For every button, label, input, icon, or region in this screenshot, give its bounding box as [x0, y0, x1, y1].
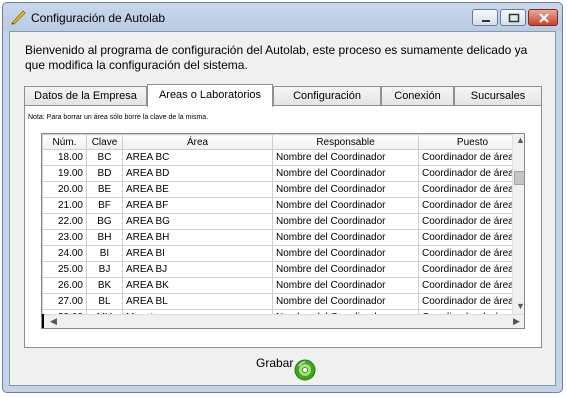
cell-clave[interactable]: BG [86, 213, 123, 230]
cell-clave[interactable]: BL [86, 293, 123, 310]
title-bar[interactable]: Configuración de Autolab [3, 3, 562, 31]
cell-puesto[interactable]: Coordinador de área [418, 181, 524, 198]
scroll-up-icon[interactable]: ▲ [516, 135, 524, 145]
delete-note: Nota: Para borrar un área sólo borre la … [28, 114, 209, 121]
table-row[interactable]: 18.00 BC AREA BC Nombre del Coordinador Coor… [42, 149, 524, 166]
table-row[interactable]: 26.00 BK AREA BK Nombre del Coordinador Coor… [42, 277, 524, 294]
table-row[interactable]: 21.00 BF AREA BF Nombre del Coordinador Coor… [42, 197, 524, 214]
tab-sucursales[interactable]: Sucursales [454, 86, 542, 106]
window-title: Configuración de Autolab [31, 11, 166, 25]
cell-responsable[interactable]: Nombre del Coordinador [272, 293, 419, 310]
cell-area[interactable]: AREA BJ [122, 261, 273, 278]
cell-num[interactable]: 24.00 [42, 245, 87, 262]
cell-clave[interactable]: BJ [86, 261, 123, 278]
table-row[interactable]: 22.00 BG AREA BG Nombre del Coordinador Coor… [42, 213, 524, 230]
cell-puesto[interactable]: Coordinador de área [418, 213, 524, 230]
cell-area[interactable]: AREA BE [122, 181, 273, 198]
cell-responsable[interactable]: Nombre del Coordinador [272, 245, 419, 262]
autolab-pen-icon [11, 10, 26, 25]
cell-area[interactable]: AREA BD [122, 165, 273, 182]
column-header-num[interactable]: Núm. [42, 134, 87, 150]
maximize-icon [508, 13, 520, 23]
minimize-icon [482, 20, 490, 22]
tab-areas-laboratorios[interactable]: Areas o Laboratorios [147, 84, 273, 107]
header-row: Núm. Clave Área Responsable Puesto [42, 134, 524, 150]
cell-clave[interactable]: BF [86, 197, 123, 214]
minimize-button[interactable] [472, 9, 498, 26]
column-header-puesto[interactable]: Puesto [418, 134, 524, 150]
tab-strip: Datos de la Empresa Areas o Laboratorios… [24, 84, 542, 107]
cell-responsable[interactable]: Nombre del Coordinador [272, 277, 419, 294]
app-window: Configuración de Autolab Bienvenido al p… [2, 2, 563, 393]
close-button[interactable] [528, 9, 558, 26]
table-row[interactable]: 20.00 BE AREA BE Nombre del Coordinador Coor… [42, 181, 524, 198]
scroll-down-icon[interactable]: ▼ [516, 301, 524, 311]
horizontal-scrollbar[interactable]: ◀ ▶ [42, 314, 524, 328]
column-header-clave[interactable]: Clave [86, 134, 123, 150]
column-header-area[interactable]: Área [122, 134, 273, 150]
cell-puesto[interactable]: Coordinador de área [418, 197, 524, 214]
cell-puesto[interactable]: Coordinador de área [418, 149, 524, 166]
new-row-marker [42, 314, 44, 328]
cell-num[interactable]: 23.00 [42, 229, 87, 246]
close-icon [539, 13, 549, 23]
cell-area[interactable]: AREA BK [122, 277, 273, 294]
grabar-label[interactable]: Grabar [256, 356, 293, 370]
column-header-responsable[interactable]: Responsable [272, 134, 419, 150]
cell-clave[interactable]: BC [86, 149, 123, 166]
client-area: Bienvenido al programa de configuración … [9, 31, 556, 386]
cell-area[interactable]: AREA BL [122, 293, 273, 310]
scroll-left-icon[interactable]: ◀ [50, 316, 57, 327]
areas-table: Núm. Clave Área Responsable Puesto 18.00… [42, 134, 524, 326]
cell-responsable[interactable]: Nombre del Coordinador [272, 181, 419, 198]
disc-save-icon[interactable] [294, 359, 316, 381]
table-row[interactable]: 19.00 BD AREA BD Nombre del Coordinador Coor… [42, 165, 524, 182]
cell-area[interactable]: AREA BG [122, 213, 273, 230]
cell-area[interactable]: AREA BF [122, 197, 273, 214]
vertical-scroll-thumb[interactable] [514, 171, 524, 185]
cell-puesto[interactable]: Coordinador de área [418, 245, 524, 262]
cell-num[interactable]: 21.00 [42, 197, 87, 214]
areas-grid[interactable]: Núm. Clave Área Responsable Puesto 18.00… [41, 133, 525, 329]
cell-clave[interactable]: BH [86, 229, 123, 246]
cell-clave[interactable]: BD [86, 165, 123, 182]
cell-responsable[interactable]: Nombre del Coordinador [272, 149, 419, 166]
cell-num[interactable]: 25.00 [42, 261, 87, 278]
cell-num[interactable]: 26.00 [42, 277, 87, 294]
cell-clave[interactable]: BK [86, 277, 123, 294]
table-row[interactable]: 25.00 BJ AREA BJ Nombre del Coordinador Coor… [42, 261, 524, 278]
cell-puesto[interactable]: Coordinador de área [418, 229, 524, 246]
cell-responsable[interactable]: Nombre del Coordinador [272, 197, 419, 214]
areas-panel: Nota: Para borrar un área sólo borre la … [24, 105, 542, 348]
cell-area[interactable]: AREA BC [122, 149, 273, 166]
cell-area[interactable]: AREA BI [122, 245, 273, 262]
cell-responsable[interactable]: Nombre del Coordinador [272, 165, 419, 182]
cell-num[interactable]: 19.00 [42, 165, 87, 182]
cell-puesto[interactable]: Coordinador de área [418, 277, 524, 294]
cell-num[interactable]: 20.00 [42, 181, 87, 198]
tab-configuracion[interactable]: Configuración [273, 86, 381, 106]
table-row[interactable]: 27.00 BL AREA BL Nombre del Coordinador Coor… [42, 293, 524, 310]
cell-responsable[interactable]: Nombre del Coordinador [272, 213, 419, 230]
cell-clave[interactable]: BE [86, 181, 123, 198]
cell-responsable[interactable]: Nombre del Coordinador [272, 229, 419, 246]
cell-num[interactable]: 27.00 [42, 293, 87, 310]
welcome-message: Bienvenido al programa de configuración … [25, 43, 528, 72]
scroll-right-icon[interactable]: ▶ [513, 316, 520, 327]
table-row[interactable]: 23.00 BH AREA BH Nombre del Coordinador Coor… [42, 229, 524, 246]
tab-conexion[interactable]: Conexión [381, 86, 454, 106]
maximize-button[interactable] [500, 9, 526, 26]
cell-num[interactable]: 22.00 [42, 213, 87, 230]
cell-area[interactable]: AREA BH [122, 229, 273, 246]
cell-clave[interactable]: BI [86, 245, 123, 262]
cell-num[interactable]: 18.00 [42, 149, 87, 166]
cell-puesto[interactable]: Coordinador de área [418, 293, 524, 310]
cell-puesto[interactable]: Coordinador de área [418, 261, 524, 278]
vertical-scrollbar[interactable]: ▲ ▼ [512, 134, 524, 315]
tab-datos-empresa[interactable]: Datos de la Empresa [24, 86, 147, 106]
table-row[interactable]: 24.00 BI AREA BI Nombre del Coordinador Coor… [42, 245, 524, 262]
cell-responsable[interactable]: Nombre del Coordinador [272, 261, 419, 278]
cell-puesto[interactable]: Coordinador de área [418, 165, 524, 182]
